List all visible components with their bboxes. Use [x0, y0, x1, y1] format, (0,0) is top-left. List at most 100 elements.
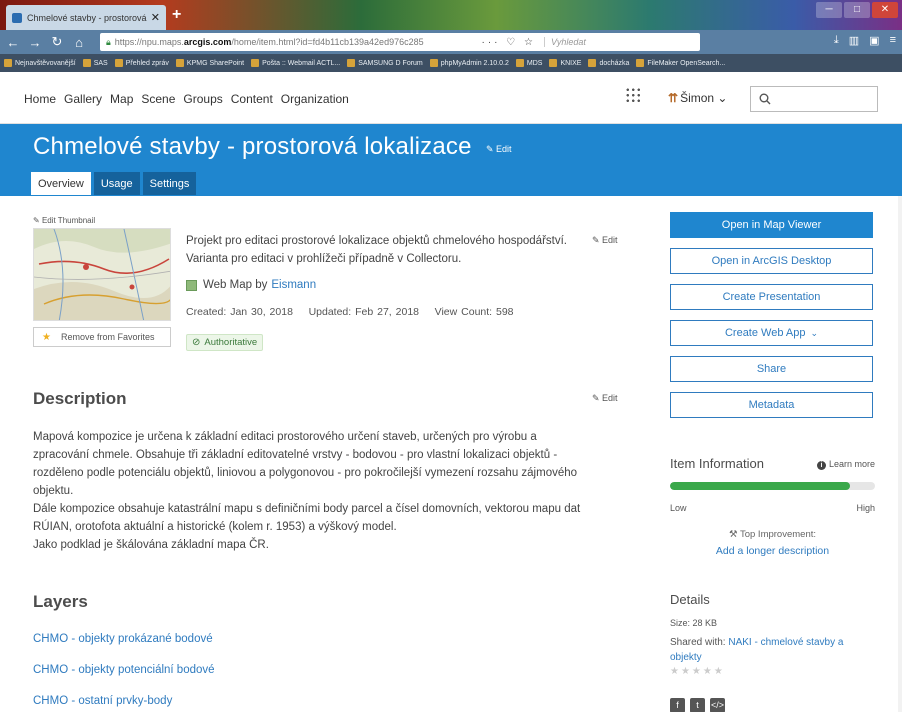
open-map-viewer-button[interactable]: Open in Map Viewer: [670, 212, 873, 238]
nav-link-organization[interactable]: Organization: [281, 92, 349, 106]
user-name: Šimon: [680, 91, 715, 105]
bookmark-item[interactable]: Pošta :: Webmail ACTL...: [251, 59, 340, 67]
item-actions: Open in Map Viewer Open in ArcGIS Deskto…: [670, 212, 873, 428]
chevron-down-icon: ⌄: [810, 327, 819, 338]
forward-icon[interactable]: →: [26, 35, 44, 50]
authoritative-label: Authoritative: [204, 337, 258, 348]
download-icon[interactable]: ⤓: [834, 34, 839, 47]
minimize-icon[interactable]: ─: [816, 2, 842, 18]
item-information: Item Information i Learn more Low High ⚒︎…: [670, 456, 875, 557]
bookmark-label: KNIXE: [560, 59, 582, 67]
description-edit-button[interactable]: ✎ Edit: [592, 393, 618, 404]
browser-search-input[interactable]: Vyhledat: [544, 37, 694, 47]
browser-tab[interactable]: Chmelové stavby - prostorová ✕: [6, 5, 166, 30]
user-menu[interactable]: ⇈ Šimon ⌄: [668, 91, 727, 105]
bookmark-item[interactable]: SAMSUNG D Forum: [347, 59, 423, 67]
page-actions-icon[interactable]: ··· ♡ ☆: [482, 37, 536, 48]
page-scrollbar[interactable]: [898, 196, 902, 712]
item-type: Web Map by Eismann: [186, 279, 316, 291]
browser-tab-bar: Chmelové stavby - prostorová ✕ + ─ □ ✕: [0, 0, 902, 30]
share-button[interactable]: Share: [670, 356, 873, 382]
score-scale: Low High: [670, 503, 875, 513]
add-description-link[interactable]: Add a longer description: [670, 545, 875, 557]
maximize-icon[interactable]: □: [844, 2, 870, 18]
check-circle-icon: ⊘: [192, 337, 201, 348]
close-window-icon[interactable]: ✕: [872, 2, 898, 18]
bookmark-item[interactable]: SAS: [82, 59, 108, 67]
remove-favorites-button[interactable]: ★ Remove from Favorites: [33, 327, 171, 347]
bookmark-item[interactable]: KPMG SharePoint: [175, 59, 244, 67]
page-title: Chmelové stavby - prostorová lokalizace: [33, 133, 472, 160]
learn-more-label: Learn more: [828, 459, 875, 469]
address-bar[interactable]: 🔒︎ https://npu.maps. arcgis.com/home/item…: [100, 33, 700, 51]
metadata-button[interactable]: Metadata: [670, 392, 873, 418]
description-line: Dále kompozice obsahuje katastrální mapu…: [33, 503, 581, 515]
menu-icon[interactable]: ≡: [890, 34, 896, 47]
nav-link-scene[interactable]: Scene: [141, 92, 175, 106]
bookmark-icon: [636, 59, 645, 67]
reload-icon[interactable]: ↻: [48, 34, 66, 50]
nav-link-home[interactable]: Home: [24, 92, 56, 106]
layer-link[interactable]: CHMO - objekty potenciální bodové: [33, 664, 215, 695]
nav-link-groups[interactable]: Groups: [183, 92, 222, 106]
new-tab-button[interactable]: +: [172, 6, 181, 24]
bookmark-label: MDS: [526, 59, 543, 67]
top-improvement: ⚒︎ Top Improvement: Add a longer descrip…: [670, 529, 875, 557]
facebook-icon[interactable]: f: [670, 698, 685, 712]
extension-icon[interactable]: ▣: [869, 34, 879, 47]
bookmark-label: phpMyAdmin 2.10.0.2: [440, 59, 509, 67]
layer-link[interactable]: CHMO - ostatní prvky-body: [33, 695, 215, 712]
bookmark-icon: [549, 59, 558, 67]
create-web-app-button[interactable]: Create Web App ⌄: [670, 320, 873, 346]
close-tab-icon[interactable]: ✕: [151, 11, 160, 24]
bookmark-item[interactable]: KNIXE: [549, 59, 581, 67]
nav-link-content[interactable]: Content: [231, 92, 273, 106]
bookmark-item[interactable]: Přehled zpráv: [114, 59, 169, 67]
learn-more-link[interactable]: i Learn more: [816, 459, 875, 470]
item-score-bar: [670, 482, 875, 490]
bookmark-item[interactable]: Nejnavštěvovanější: [4, 59, 76, 67]
embed-icon[interactable]: </>: [710, 698, 725, 712]
bookmark-icon: [429, 59, 438, 67]
bookmark-label: docházka: [599, 59, 630, 67]
bookmark-item[interactable]: FileMaker OpenSearch...: [636, 59, 725, 67]
details-heading: Details: [670, 592, 710, 607]
back-icon[interactable]: ←: [4, 35, 22, 50]
rating-stars[interactable]: ★★★★★: [670, 666, 875, 677]
create-web-app-label: Create Web App: [724, 327, 806, 339]
nav-link-gallery[interactable]: Gallery: [64, 92, 102, 106]
bookmark-item[interactable]: MDS: [515, 59, 543, 67]
portal-search-input[interactable]: [750, 86, 878, 112]
create-presentation-button[interactable]: Create Presentation: [670, 284, 873, 310]
twitter-icon[interactable]: t: [690, 698, 705, 712]
tab-usage[interactable]: Usage: [93, 172, 140, 195]
open-arcgis-desktop-button[interactable]: Open in ArcGIS Desktop: [670, 248, 873, 274]
bookmark-item[interactable]: phpMyAdmin 2.10.0.2: [429, 59, 509, 67]
tab-settings[interactable]: Settings: [142, 172, 197, 195]
layer-link[interactable]: CHMO - objekty prokázané bodové: [33, 633, 215, 664]
browser-extensions: ⤓ ▥ ▣ ≡: [834, 34, 896, 47]
summary-edit-label: Edit: [602, 235, 618, 245]
summary-edit-button[interactable]: ✎ Edit: [592, 235, 618, 246]
bookmark-label: SAMSUNG D Forum: [358, 59, 423, 67]
item-tabs: Overview Usage Settings: [31, 172, 197, 195]
bookmarks-bar: Nejnavštěvovanější SAS Přehled zpráv KPMG S…: [0, 54, 902, 72]
description-line: objektu.: [33, 485, 74, 497]
owner-link[interactable]: Eismann: [271, 279, 316, 291]
portal-nav: Home Gallery Map Scene Groups Content Organiza…: [24, 92, 349, 106]
app-launcher-icon[interactable]: [625, 87, 641, 103]
library-icon[interactable]: ▥: [849, 34, 859, 47]
bookmark-item[interactable]: docházka: [588, 59, 629, 67]
item-type-label: Web Map by: [203, 279, 268, 291]
tab-overview[interactable]: Overview: [31, 172, 91, 195]
nav-link-map[interactable]: Map: [110, 92, 133, 106]
edit-thumbnail-button[interactable]: ✎ Edit Thumbnail: [33, 216, 95, 225]
description-line: rozděleno podle potenciálu objektů, lini…: [33, 467, 578, 479]
bookmark-label: Přehled zpráv: [125, 59, 169, 67]
description-heading: Description: [33, 389, 127, 408]
home-icon[interactable]: ⌂: [70, 35, 88, 50]
description-line: Jako podklad je škálována základní mapa …: [33, 539, 269, 551]
title-edit-button[interactable]: ✎ Edit: [486, 144, 512, 155]
edit-thumbnail-label: Edit Thumbnail: [41, 216, 96, 225]
bookmark-icon: [4, 59, 12, 67]
